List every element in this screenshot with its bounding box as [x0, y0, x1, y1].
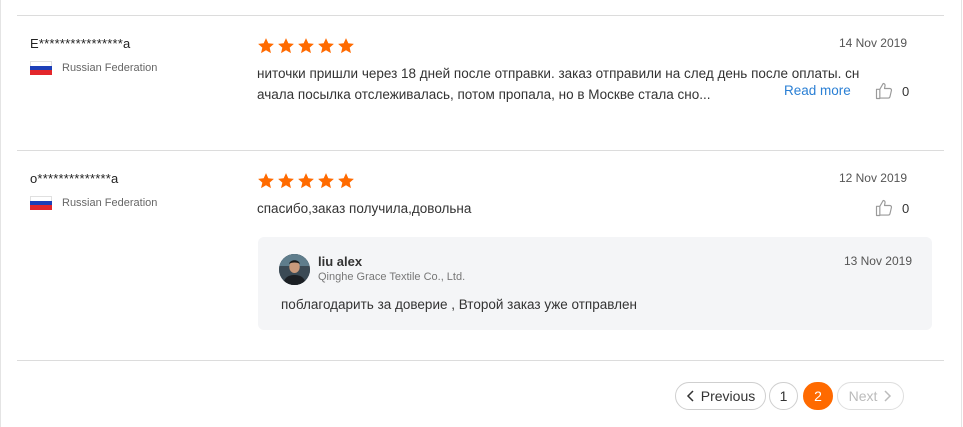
star-icon — [338, 173, 354, 189]
page-button[interactable]: 1 — [769, 382, 798, 410]
reply-text: поблагодарить за доверие , Второй заказ … — [281, 297, 637, 312]
seller-reply: liu alex Qinghe Grace Textile Co., Ltd. … — [258, 237, 932, 330]
next-page-button[interactable]: Next — [837, 382, 904, 410]
star-icon — [338, 38, 354, 54]
review-text: спасибо,заказ получила,довольна — [257, 198, 471, 219]
chevron-right-icon — [884, 390, 892, 402]
review-text: ниточки пришли через 18 дней после отпра… — [257, 63, 859, 105]
review-text-line: спасибо,заказ получила,довольна — [257, 201, 472, 216]
star-icon — [278, 38, 294, 54]
star-icon — [258, 173, 274, 189]
right-frame-border — [961, 0, 962, 427]
review-date: 12 Nov 2019 — [838, 171, 907, 185]
divider — [17, 360, 944, 361]
seller-avatar — [279, 254, 310, 285]
review-text-line: ачала посылка отслеживалась, потом пропа… — [257, 87, 711, 102]
chevron-left-icon — [686, 390, 694, 402]
review-item: E****************a Russian Federation 14… — [17, 15, 944, 150]
previous-label: Previous — [700, 388, 756, 404]
page-button-current[interactable]: 2 — [803, 382, 833, 410]
rating-stars — [257, 37, 355, 55]
star-icon — [258, 38, 274, 54]
star-icon — [298, 173, 314, 189]
avatar-portrait-icon — [279, 254, 310, 285]
review-text-line: ниточки пришли через 18 дней после отпра… — [257, 66, 860, 81]
thumbs-up-icon — [875, 199, 893, 217]
reviewer-name: E****************a — [30, 36, 131, 51]
reviewer-country: Russian Federation — [30, 61, 157, 75]
like-button[interactable]: 0 — [874, 81, 909, 101]
previous-page-button[interactable]: Previous — [675, 382, 766, 410]
star-icon — [278, 173, 294, 189]
read-more-link[interactable]: Read more — [784, 83, 851, 98]
reviewer-country: Russian Federation — [30, 196, 157, 210]
russia-flag-icon — [30, 196, 52, 210]
russia-flag-icon — [30, 61, 52, 75]
thumbs-up-icon — [875, 82, 893, 100]
rating-stars — [257, 172, 355, 190]
reviewer-name: o**************a — [30, 171, 119, 186]
review-date: 14 Nov 2019 — [838, 36, 907, 50]
star-icon — [318, 38, 334, 54]
like-count: 0 — [902, 83, 910, 99]
seller-company: Qinghe Grace Textile Co., Ltd. — [318, 271, 466, 283]
like-count: 0 — [902, 200, 910, 216]
country-label: Russian Federation — [62, 197, 158, 209]
star-icon — [298, 38, 314, 54]
seller-name: liu alex — [318, 254, 363, 269]
next-label: Next — [848, 388, 878, 404]
country-label: Russian Federation — [62, 62, 158, 74]
left-frame-border — [0, 0, 1, 427]
like-button[interactable]: 0 — [874, 198, 909, 218]
star-icon — [318, 173, 334, 189]
reply-date: 13 Nov 2019 — [843, 254, 912, 268]
